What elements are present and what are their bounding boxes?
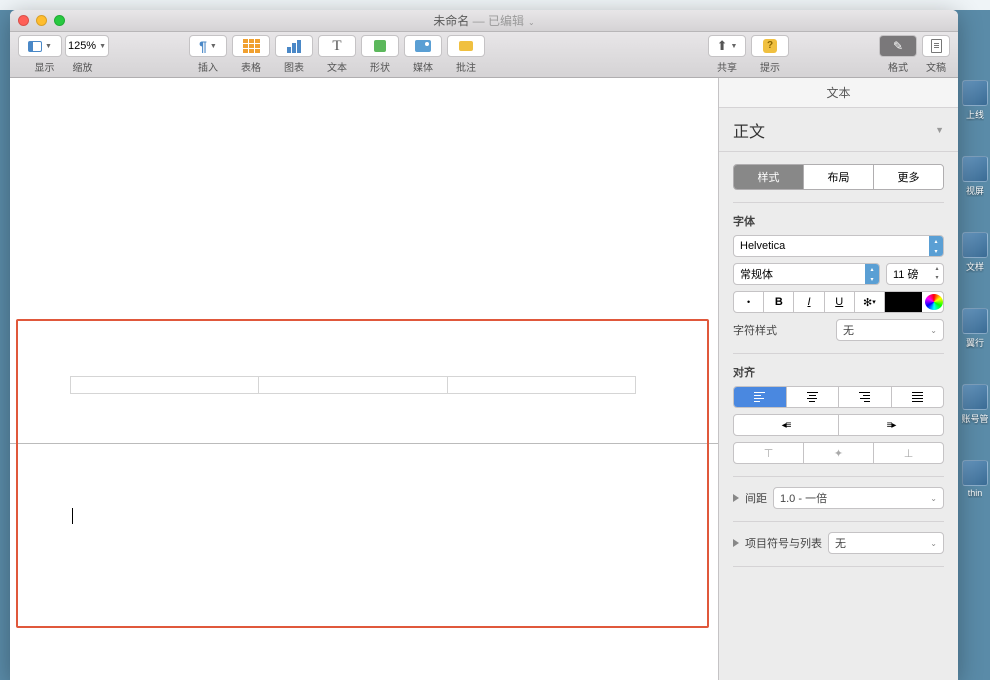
underline-button[interactable]: U [824, 292, 854, 312]
annotation-highlight [16, 319, 709, 628]
style-segmented-control[interactable]: 样式 布局 更多 [733, 164, 944, 190]
desktop-item[interactable]: 文样 [960, 232, 990, 273]
align-right-button[interactable] [838, 387, 891, 407]
outdent-button[interactable]: ◂≡ [734, 415, 838, 435]
italic-button[interactable]: I [793, 292, 823, 312]
valign-mid-button[interactable]: ✦ [803, 443, 873, 463]
view-button[interactable]: ▼ [18, 35, 62, 57]
share-button[interactable]: ⬆▼ [708, 35, 746, 57]
format-sidebar: 文本 正文 ▼ 样式 布局 更多 字体 Helvetica ▴▾ 常规体 [718, 78, 958, 680]
tips-button[interactable]: ? [751, 35, 789, 57]
bullets-select[interactable]: 无⌄ [828, 532, 944, 554]
desktop-item[interactable]: 账号管 [960, 384, 990, 425]
zoom-label: 缩放 [73, 59, 93, 74]
bullets-label: 项目符号与列表 [745, 535, 822, 551]
desktop-item[interactable]: 上线 [960, 80, 990, 121]
align-center-button[interactable] [786, 387, 839, 407]
sidebar-tab-text[interactable]: 文本 [719, 78, 958, 108]
toolbar: ▼ 125%▼ 显示 缩放 ¶▼插入 表格 图表 T文本 形状 媒体 批注 ⬆▼… [10, 32, 958, 78]
format-button[interactable]: ✎ [879, 35, 917, 57]
close-button[interactable] [18, 15, 29, 26]
window-title: 未命名 — 已编辑⌄ [433, 12, 534, 29]
comment-button[interactable] [447, 35, 485, 57]
seg-more[interactable]: 更多 [873, 165, 943, 189]
insert-button[interactable]: ¶▼ [189, 35, 227, 57]
view-label: 显示 [35, 59, 55, 74]
desktop-item[interactable]: 翼行 [960, 308, 990, 349]
macos-menubar [0, 0, 990, 10]
seg-style[interactable]: 样式 [734, 165, 803, 189]
text-style-buttons: • B I U ✻▾ [733, 291, 944, 313]
desktop-item[interactable]: thin [960, 460, 990, 498]
font-weight-select[interactable]: 常规体 ▴▾ [733, 263, 880, 285]
char-style-label: 字符样式 [733, 322, 777, 338]
zoom-select[interactable]: 125%▼ [65, 35, 109, 57]
table-button[interactable] [232, 35, 270, 57]
font-heading: 字体 [733, 213, 944, 229]
desktop-item[interactable]: 视屏 [960, 156, 990, 197]
disclosure-triangle-icon[interactable] [733, 494, 739, 502]
valign-bot-button[interactable]: ⊥ [873, 443, 943, 463]
color-picker-icon[interactable] [925, 294, 943, 310]
font-family-select[interactable]: Helvetica ▴▾ [733, 235, 944, 257]
char-style-select[interactable]: 无⌄ [836, 319, 944, 341]
spacing-label: 间距 [745, 490, 767, 506]
document-canvas[interactable] [10, 78, 718, 680]
document-button[interactable] [922, 35, 950, 57]
align-heading: 对齐 [733, 364, 944, 380]
valign-top-button[interactable]: ⊤ [734, 443, 803, 463]
text-button[interactable]: T [318, 35, 356, 57]
titlebar[interactable]: 未命名 — 已编辑⌄ [10, 10, 958, 32]
align-justify-button[interactable] [891, 387, 944, 407]
zoom-button[interactable] [54, 15, 65, 26]
text-color-swatch[interactable] [884, 292, 922, 312]
bold-button[interactable]: B [763, 292, 793, 312]
strike-button[interactable]: • [734, 292, 763, 312]
shape-button[interactable] [361, 35, 399, 57]
align-left-button[interactable] [734, 387, 786, 407]
disclosure-triangle-icon[interactable] [733, 539, 739, 547]
paragraph-style-select[interactable]: 正文 ▼ [719, 108, 958, 152]
spacing-select[interactable]: 1.0 - 一倍⌄ [773, 487, 944, 509]
seg-layout[interactable]: 布局 [803, 165, 873, 189]
desktop-icons: 上线 视屏 文样 翼行 账号管 thin [960, 20, 990, 498]
minimize-button[interactable] [36, 15, 47, 26]
font-size-input[interactable]: 11 磅 ▴▾ [886, 263, 944, 285]
gear-button[interactable]: ✻▾ [854, 292, 884, 312]
media-button[interactable] [404, 35, 442, 57]
pages-window: 未命名 — 已编辑⌄ ▼ 125%▼ 显示 缩放 ¶▼插入 表格 图表 T文本 … [10, 10, 958, 680]
chart-button[interactable] [275, 35, 313, 57]
indent-button[interactable]: ≡▸ [838, 415, 943, 435]
